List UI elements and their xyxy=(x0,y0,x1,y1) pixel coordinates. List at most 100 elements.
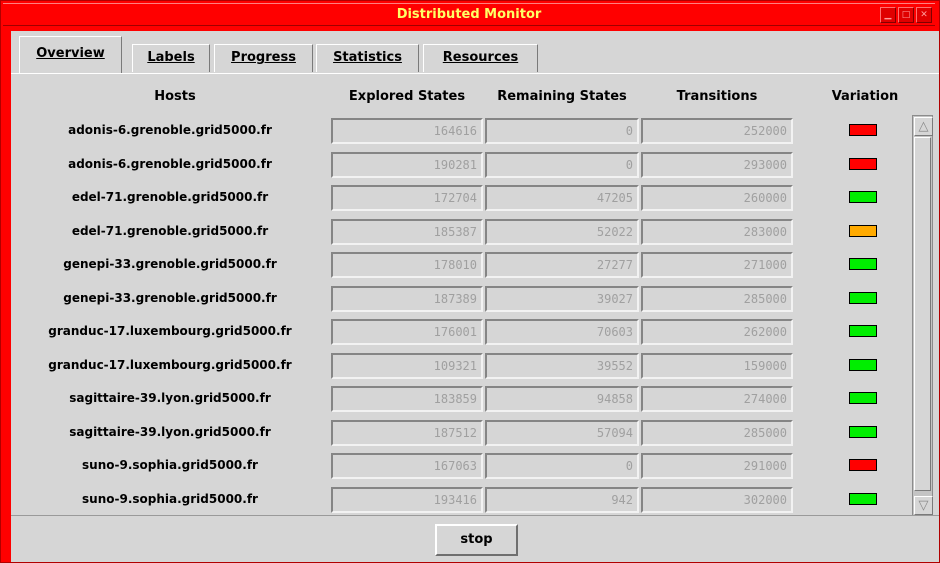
host-row: edel-71.grenoble.grid5000.fr 185387 52022 2… xyxy=(11,216,939,250)
maximize-icon: □ xyxy=(901,10,911,20)
variation-indicator xyxy=(849,325,877,337)
explored-states-field: 178010 xyxy=(331,252,483,278)
window-frame-left xyxy=(1,30,11,562)
title-bar[interactable]: Distributed Monitor ▁ □ ✕ xyxy=(3,3,935,26)
host-name: granduc-17.luxembourg.grid5000.fr xyxy=(48,357,292,372)
remaining-states-field: 94858 xyxy=(485,386,639,412)
host-row: suno-9.sophia.grid5000.fr 167063 0 291000 xyxy=(11,450,939,484)
remaining-states-field: 0 xyxy=(485,118,639,144)
transitions-field: 285000 xyxy=(641,419,793,446)
explored-states-field: 109321 xyxy=(331,352,483,379)
column-header-transitions: Transitions xyxy=(676,89,758,104)
close-icon: ✕ xyxy=(920,10,928,20)
explored-states-field: 183859 xyxy=(331,386,483,412)
transitions-field: 260000 xyxy=(641,185,793,211)
transitions-field: 271000 xyxy=(641,252,793,278)
explored-states-field: 164616 xyxy=(331,118,483,144)
explored-states-field: 187512 xyxy=(331,419,483,446)
column-header-explored: Explored States xyxy=(348,89,466,104)
host-name: genepi-33.grenoble.grid5000.fr xyxy=(63,290,277,305)
scrollbar-thumb[interactable] xyxy=(914,137,931,491)
host-name: edel-71.grenoble.grid5000.fr xyxy=(71,223,269,238)
variation-indicator xyxy=(849,258,877,270)
host-row: suno-9.sophia.grid5000.fr 193416 942 302000 xyxy=(11,484,939,518)
host-row: granduc-17.luxembourg.grid5000.fr 176001 7… xyxy=(11,316,939,350)
tab-divider xyxy=(11,73,939,74)
explored-states-field: 172704 xyxy=(331,185,483,211)
host-name: suno-9.sophia.grid5000.fr xyxy=(82,491,258,506)
minimize-button[interactable]: ▁ xyxy=(880,7,896,23)
window-title: Distributed Monitor xyxy=(396,7,542,22)
host-row: granduc-17.luxembourg.grid5000.fr 109321 3… xyxy=(11,350,939,384)
main-content: Overview Labels Progress Statistics Reso… xyxy=(11,31,939,562)
vertical-scrollbar[interactable]: △ ▽ xyxy=(912,115,933,517)
host-name: granduc-17.luxembourg.grid5000.fr xyxy=(48,324,292,338)
tab-progress[interactable]: Progress xyxy=(214,44,313,72)
variation-indicator xyxy=(849,459,877,471)
remaining-states-field: 57094 xyxy=(485,419,639,446)
variation-indicator xyxy=(849,291,877,304)
tab-resources[interactable]: Resources xyxy=(423,44,538,72)
variation-indicator xyxy=(849,124,877,136)
transitions-field: 302000 xyxy=(641,486,793,513)
transitions-field: 293000 xyxy=(641,151,793,178)
host-row: adonis-6.grenoble.grid5000.fr 164616 0 2520… xyxy=(11,115,939,149)
remaining-states-field: 39552 xyxy=(485,352,639,379)
arrow-up-icon: △ xyxy=(918,119,929,134)
tab-labels[interactable]: Labels xyxy=(132,44,210,72)
variation-indicator xyxy=(849,425,877,438)
transitions-field: 159000 xyxy=(641,352,793,379)
explored-states-field: 185387 xyxy=(331,218,483,245)
stop-button[interactable]: stop xyxy=(435,524,518,556)
tab-bar: Overview Labels Progress Statistics Reso… xyxy=(11,31,939,75)
explored-states-field: 190281 xyxy=(331,151,483,178)
transitions-field: 283000 xyxy=(641,218,793,245)
remaining-states-field: 39027 xyxy=(485,285,639,312)
scroll-down-button[interactable]: ▽ xyxy=(914,496,933,515)
host-row: genepi-33.grenoble.grid5000.fr 178010 2727… xyxy=(11,249,939,283)
column-header-variation: Variation xyxy=(831,89,899,104)
remaining-states-field: 942 xyxy=(485,486,639,513)
tab-statistics[interactable]: Statistics xyxy=(316,44,419,72)
host-name: edel-71.grenoble.grid5000.fr xyxy=(71,190,269,204)
close-button[interactable]: ✕ xyxy=(916,7,932,23)
minimize-icon: ▁ xyxy=(884,10,892,20)
explored-states-field: 193416 xyxy=(331,486,483,513)
host-name: suno-9.sophia.grid5000.fr xyxy=(82,458,258,472)
host-row: genepi-33.grenoble.grid5000.fr 187389 3902… xyxy=(11,283,939,317)
scroll-up-button[interactable]: △ xyxy=(914,117,933,136)
column-header-hosts: Hosts xyxy=(154,89,196,104)
host-name: sagittaire-39.lyon.grid5000.fr xyxy=(69,424,271,439)
host-name: genepi-33.grenoble.grid5000.fr xyxy=(63,257,277,271)
transitions-field: 274000 xyxy=(641,386,793,412)
host-name: sagittaire-39.lyon.grid5000.fr xyxy=(69,391,271,405)
transitions-field: 252000 xyxy=(641,118,793,144)
tab-overview[interactable]: Overview xyxy=(19,36,122,73)
remaining-states-field: 0 xyxy=(485,151,639,178)
bottom-bar: stop xyxy=(11,515,939,562)
explored-states-field: 187389 xyxy=(331,285,483,312)
variation-indicator xyxy=(849,224,877,237)
remaining-states-field: 70603 xyxy=(485,319,639,345)
host-row: adonis-6.grenoble.grid5000.fr 190281 0 2930… xyxy=(11,149,939,183)
host-row: sagittaire-39.lyon.grid5000.fr 183859 9485… xyxy=(11,383,939,417)
transitions-field: 291000 xyxy=(641,453,793,479)
remaining-states-field: 27277 xyxy=(485,252,639,278)
host-row: edel-71.grenoble.grid5000.fr 172704 47205 2… xyxy=(11,182,939,216)
transitions-field: 262000 xyxy=(641,319,793,345)
explored-states-field: 176001 xyxy=(331,319,483,345)
remaining-states-field: 0 xyxy=(485,453,639,479)
distributed-monitor-window: Distributed Monitor ▁ □ ✕ Overview Label… xyxy=(0,0,940,563)
maximize-button[interactable]: □ xyxy=(898,7,914,23)
host-name: adonis-6.grenoble.grid5000.fr xyxy=(68,123,272,137)
arrow-down-icon: ▽ xyxy=(918,498,929,513)
column-header-remaining: Remaining States xyxy=(497,89,627,104)
host-row: sagittaire-39.lyon.grid5000.fr 187512 5709… xyxy=(11,417,939,451)
variation-indicator xyxy=(849,392,877,404)
transitions-field: 285000 xyxy=(641,285,793,312)
variation-indicator xyxy=(849,191,877,203)
variation-indicator xyxy=(849,157,877,170)
variation-indicator xyxy=(849,492,877,505)
explored-states-field: 167063 xyxy=(331,453,483,479)
host-name: adonis-6.grenoble.grid5000.fr xyxy=(68,156,272,171)
